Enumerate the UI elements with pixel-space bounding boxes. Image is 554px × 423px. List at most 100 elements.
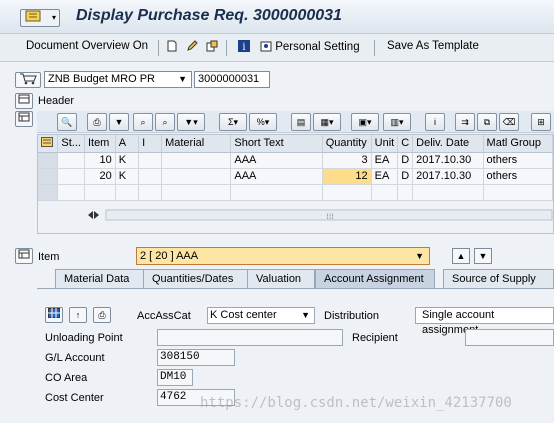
unloading-point-field[interactable]: [157, 329, 343, 346]
table-row[interactable]: [38, 184, 554, 201]
print-preview-icon[interactable]: ▤: [291, 113, 311, 131]
cell-short-text[interactable]: AAA: [230, 152, 323, 169]
tab-source-of-supply[interactable]: Source of Supply: [443, 269, 554, 289]
svg-text:i: i: [242, 42, 245, 52]
application-toolbar: Document Overview On i Personal Setting …: [0, 34, 554, 62]
cell-unit[interactable]: EA: [371, 152, 399, 169]
cell-item[interactable]: 10: [84, 152, 116, 169]
cell-material[interactable]: [161, 152, 232, 169]
more-icon[interactable]: ⊞: [531, 113, 551, 131]
toolbar-separator: [374, 40, 375, 56]
row-selector[interactable]: [38, 168, 59, 185]
filter-icon[interactable]: ▼: [109, 113, 129, 131]
distribution-select[interactable]: Single account assignment: [415, 307, 554, 336]
print-icon[interactable]: ⎙: [93, 307, 111, 323]
arrow-up-icon[interactable]: ↑: [69, 307, 87, 323]
recipient-field[interactable]: [465, 329, 554, 346]
column-header-material[interactable]: Material: [161, 135, 232, 153]
details-icon[interactable]: 🔍: [57, 113, 77, 131]
cell-short-text[interactable]: AAA: [230, 168, 323, 185]
accasscat-value: K Cost center: [210, 309, 277, 321]
column-header-short-text[interactable]: Short Text: [230, 135, 323, 153]
next-item-button[interactable]: ▼: [474, 248, 492, 264]
cell-item-cat[interactable]: [138, 168, 163, 185]
column-header-status[interactable]: St...: [57, 135, 85, 153]
collapse-item-detail-icon[interactable]: [15, 248, 33, 264]
tab-material-data[interactable]: Material Data: [55, 269, 149, 289]
tab-valuation[interactable]: Valuation: [247, 269, 315, 289]
column-header-deliv-date[interactable]: Deliv. Date: [412, 135, 484, 153]
tab-quantities-dates[interactable]: Quantities/Dates: [143, 269, 249, 289]
unloading-point-label: Unloading Point: [45, 332, 123, 344]
expand-header-icon[interactable]: [15, 93, 33, 109]
co-area-field[interactable]: DM10: [157, 369, 193, 386]
co-area-label: CO Area: [45, 372, 88, 384]
page-title: Display Purchase Req. 3000000031: [76, 7, 342, 24]
column-header-acct-cat[interactable]: A: [115, 135, 140, 153]
cell-acct-cat[interactable]: K: [115, 152, 140, 169]
cell-item-cat[interactable]: [138, 152, 163, 169]
chevron-down-icon: ▼: [301, 310, 310, 320]
document-number-field[interactable]: 3000000031: [194, 71, 270, 88]
other-document-icon[interactable]: [206, 40, 218, 53]
find-icon[interactable]: ⌕: [133, 113, 153, 131]
save-as-template-button[interactable]: Save As Template: [387, 40, 479, 52]
main-area: ZNB Budget MRO PR ▼ 3000000031 Header 🔍 …: [0, 62, 554, 423]
sum-icon[interactable]: Σ▾: [219, 113, 247, 131]
item-select[interactable]: 2 [ 20 ] AAA ▼: [136, 247, 430, 265]
row-selector[interactable]: [38, 152, 59, 169]
cell-quantity[interactable]: 12: [322, 168, 372, 185]
cell-item[interactable]: 20: [84, 168, 116, 185]
cell-unit[interactable]: EA: [371, 168, 399, 185]
info-icon[interactable]: i: [238, 40, 250, 53]
table-row[interactable]: 20 K AAA 12 EA D 2017.10.30 others: [38, 168, 554, 185]
menu-icon[interactable]: ▾: [20, 9, 60, 27]
column-header-item[interactable]: Item: [84, 135, 116, 153]
subtotal-icon[interactable]: %▾: [249, 113, 277, 131]
views-icon[interactable]: ▣▾: [351, 113, 379, 131]
cell-material[interactable]: [161, 168, 232, 185]
row-selector[interactable]: [38, 184, 59, 201]
document-overview-button[interactable]: Document Overview On: [26, 40, 148, 52]
new-document-icon[interactable]: [166, 40, 178, 53]
cell-quantity[interactable]: 3: [322, 152, 372, 169]
accasscat-select[interactable]: K Cost center ▼: [207, 307, 315, 324]
document-type-select[interactable]: ZNB Budget MRO PR ▼: [44, 71, 192, 88]
cell-matl-group[interactable]: others: [483, 152, 554, 169]
table-row[interactable]: 10 K AAA 3 EA D 2017.10.30 others: [38, 152, 554, 169]
find-next-icon[interactable]: ⌕: [155, 113, 175, 131]
personal-setting-button[interactable]: Personal Setting: [260, 40, 360, 53]
print-icon[interactable]: ⎙: [87, 113, 107, 131]
cell-matl-group[interactable]: others: [483, 168, 554, 185]
cell-acct-cat[interactable]: K: [115, 168, 140, 185]
tab-account-assignment[interactable]: Account Assignment: [315, 269, 435, 289]
cell-c[interactable]: D: [397, 152, 414, 169]
grid-view-icon[interactable]: [45, 307, 63, 323]
horizontal-scrollbar[interactable]: ⁞⁞⁞: [80, 208, 554, 222]
copy-icon[interactable]: ⧉: [477, 113, 497, 131]
cart-icon[interactable]: [15, 72, 41, 88]
recipient-label: Recipient: [352, 332, 398, 344]
row-selector-header-icon[interactable]: [38, 135, 59, 153]
toolbar-separator: [158, 40, 159, 56]
cell-deliv-date[interactable]: 2017.10.30: [412, 168, 484, 185]
cell-deliv-date[interactable]: 2017.10.30: [412, 152, 484, 169]
cell-c[interactable]: D: [397, 168, 414, 185]
layout-icon[interactable]: ▥▾: [383, 113, 411, 131]
collapse-items-icon[interactable]: [15, 111, 33, 127]
column-header-quantity[interactable]: Quantity: [322, 135, 372, 153]
info-icon[interactable]: i: [425, 113, 445, 131]
previous-item-button[interactable]: ▲: [452, 248, 470, 264]
item-select-value: 2 [ 20 ] AAA: [140, 250, 199, 262]
set-filter-icon[interactable]: ▼▾: [177, 113, 205, 131]
column-header-unit[interactable]: Unit: [371, 135, 399, 153]
column-header-item-cat[interactable]: I: [138, 135, 163, 153]
export-icon[interactable]: ▦▾: [313, 113, 341, 131]
delete-row-icon[interactable]: ⌫: [499, 113, 519, 131]
edit-pencil-icon[interactable]: [186, 40, 198, 53]
column-header-c[interactable]: C: [397, 135, 414, 153]
transfer-icon[interactable]: ⇉: [455, 113, 475, 131]
chevron-down-icon: ▼: [415, 251, 424, 261]
gl-account-field[interactable]: 308150: [157, 349, 235, 366]
column-header-matl-group[interactable]: Matl Group: [483, 135, 554, 153]
